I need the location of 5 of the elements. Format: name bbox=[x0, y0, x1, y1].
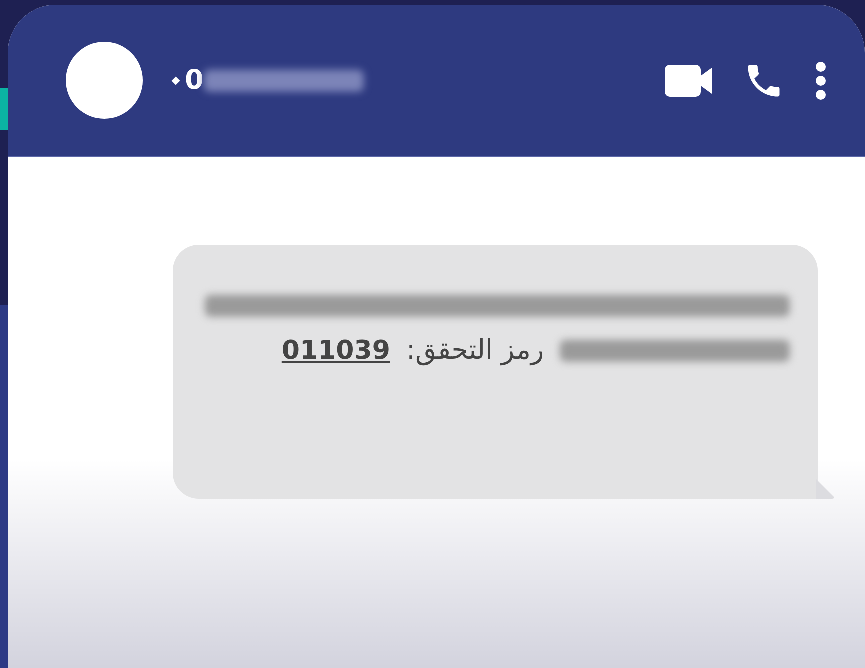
code-label: رمز التحقق: bbox=[406, 335, 544, 366]
verification-code-link[interactable]: 011039 bbox=[282, 336, 390, 366]
video-call-icon[interactable] bbox=[665, 64, 713, 96]
more-options-icon[interactable] bbox=[815, 60, 827, 100]
contact-number: 0 bbox=[185, 65, 204, 96]
